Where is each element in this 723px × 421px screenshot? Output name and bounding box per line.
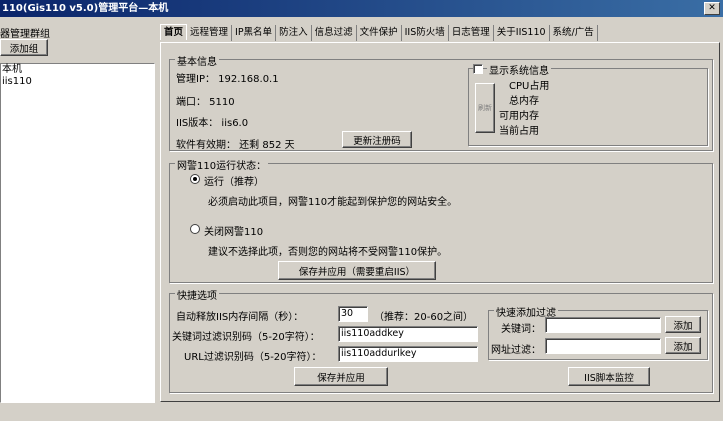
tree-item-iis110[interactable]: iis110	[1, 76, 154, 88]
server-tree[interactable]: 本机 iis110	[0, 63, 155, 403]
url-filter-label: 网址过滤：	[491, 345, 541, 356]
close-label: 关闭网警110	[204, 227, 264, 238]
available-memory-label: 可用内存	[499, 111, 539, 122]
show-sysinfo-checkbox[interactable]	[473, 64, 483, 74]
tab-file-protect[interactable]: 文件保护	[357, 25, 402, 41]
port: 端口： 5110	[176, 97, 235, 108]
keyword-filter-label: 关键词：	[501, 324, 541, 335]
auto-release-label: 自动释放IIS内存间隔（秒）：	[176, 312, 304, 323]
run-state-legend: 网警110运行状态：	[175, 157, 269, 172]
quick-options-legend: 快捷选项	[175, 287, 219, 302]
quick-options-group: 快捷选项 自动释放IIS内存间隔（秒）： 30 （推荐：20-60之间） 关键词…	[169, 287, 713, 393]
validity: 软件有效期： 还剩 852 天	[176, 140, 295, 151]
tab-bar: 首页 远程管理 IP黑名单 防注入 信息过滤 文件保护 IIS防火墙 日志管理 关于IIS110…	[160, 24, 720, 42]
sysinfo-group: 显示系统信息 刷新 CPU占用 总内存 可用内存 当前占用	[468, 62, 708, 146]
home-panel: 基本信息 管理IP： 192.168.0.1 端口： 5110 IIS版本： i…	[160, 42, 720, 402]
total-memory-label: 总内存	[509, 96, 539, 107]
keyword-filter-input[interactable]	[545, 317, 661, 333]
iis-version: IIS版本： iis6.0	[176, 118, 249, 129]
close-description: 建议不选择此项，否则您的网站将不受网警110保护。	[208, 247, 448, 258]
left-panel: 器管理群组 添加组 本机 iis110	[0, 17, 158, 421]
title-bar: 110(Gis110 v5.0)管理平台—本机 ✕	[0, 0, 723, 17]
add-group-button[interactable]: 添加组	[0, 39, 48, 56]
close-icon: ✕	[708, 3, 716, 13]
url-code-label: URL过滤识别码（5-20字符）：	[184, 352, 322, 363]
tab-anti-injection[interactable]: 防注入	[276, 25, 312, 41]
refresh-button[interactable]: 刷新	[475, 83, 495, 133]
save-apply-button[interactable]: 保存并应用	[294, 367, 388, 386]
quick-filter-group: 快速添加过滤 关键词： 添加 网址过滤： 添加	[488, 304, 708, 360]
tab-ip-blacklist[interactable]: IP黑名单	[232, 25, 277, 41]
close-button[interactable]: ✕	[704, 2, 720, 15]
tab-remote[interactable]: 远程管理	[187, 25, 233, 41]
manage-ip: 管理IP： 192.168.0.1	[176, 74, 279, 85]
run-label: 运行（推荐）	[204, 177, 264, 188]
window-title: 110(Gis110 v5.0)管理平台—本机	[2, 3, 169, 14]
url-code-input[interactable]: iis110addurlkey	[338, 346, 478, 362]
current-usage-label: 当前占用	[499, 126, 539, 137]
update-code-button[interactable]: 更新注册码	[342, 131, 412, 148]
tab-info-filter[interactable]: 信息过滤	[312, 25, 357, 41]
save-apply-restart-button[interactable]: 保存并应用（需要重启IIS）	[278, 261, 436, 280]
run-radio[interactable]	[190, 174, 200, 184]
group-manager-label: 器管理群组	[0, 29, 50, 40]
add-url-button[interactable]: 添加	[665, 337, 701, 354]
tab-log-manage[interactable]: 日志管理	[449, 25, 494, 41]
add-keyword-button[interactable]: 添加	[665, 316, 701, 333]
basic-info-legend: 基本信息	[175, 53, 219, 68]
cpu-usage-label: CPU占用	[509, 81, 550, 92]
run-description: 必须启动此项目，网警110才能起到保护您的网站安全。	[208, 197, 458, 208]
keyword-code-label: 关键词过滤识别码（5-20字符）：	[172, 332, 320, 343]
tab-iis-firewall[interactable]: IIS防火墙	[402, 25, 449, 41]
iis-script-monitor-button[interactable]: IIS脚本监控	[568, 367, 650, 386]
keyword-code-input[interactable]: iis110addkey	[338, 326, 478, 342]
basic-info-group: 基本信息 管理IP： 192.168.0.1 端口： 5110 IIS版本： i…	[169, 53, 713, 151]
show-sysinfo-label: 显示系统信息	[487, 62, 551, 77]
auto-release-hint: （推荐：20-60之间）	[374, 312, 474, 323]
tab-system-ads[interactable]: 系统/广告	[550, 25, 598, 41]
close-radio[interactable]	[190, 224, 200, 234]
auto-release-input[interactable]: 30	[338, 306, 368, 322]
tab-home[interactable]: 首页	[160, 24, 188, 40]
run-state-group: 网警110运行状态： 运行（推荐） 必须启动此项目，网警110才能起到保护您的网…	[169, 157, 713, 283]
tab-about[interactable]: 关于IIS110	[494, 25, 550, 41]
url-filter-input[interactable]	[545, 338, 661, 354]
tree-item-local[interactable]: 本机	[1, 64, 154, 76]
